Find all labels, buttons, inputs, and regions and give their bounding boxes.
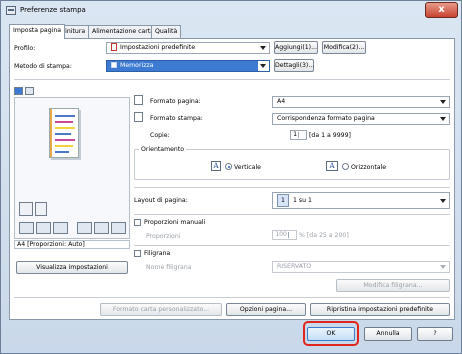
- page-layout-value: 1 su 1: [293, 197, 312, 204]
- chevron-down-icon: [260, 64, 266, 68]
- page-size-select[interactable]: A4: [272, 96, 450, 108]
- details-button[interactable]: Dettagli(3)...: [274, 59, 314, 72]
- watermark-name-select[interactable]: RISERVATO: [272, 261, 450, 273]
- profile-value: Impostazioni predefinite: [120, 44, 196, 51]
- divider: [134, 214, 450, 215]
- page-layout-select[interactable]: 1 1 su 1: [272, 192, 450, 209]
- copies-label: Copie:: [150, 132, 170, 139]
- edit-watermark-button[interactable]: Modifica filigrana...: [336, 279, 450, 292]
- watermark-name-label: Nome filigrana: [146, 264, 192, 271]
- divider: [14, 79, 450, 80]
- page-preview-image: [49, 108, 79, 158]
- tab-page-setup[interactable]: Imposta pagina: [9, 24, 66, 39]
- close-button[interactable]: x: [425, 2, 458, 18]
- portrait-icon: A: [211, 161, 221, 171]
- view-settings-button[interactable]: Visualizza impostazioni: [16, 261, 128, 274]
- help-button[interactable]: ?: [417, 327, 453, 341]
- divider: [134, 245, 450, 246]
- output-method-select[interactable]: Memorizza: [106, 60, 270, 72]
- landscape-label: Orizzontale: [351, 164, 387, 171]
- scaling-spinner[interactable]: 100: [272, 230, 297, 240]
- manual-scaling-checkbox[interactable]: [134, 219, 141, 226]
- landscape-option[interactable]: Orizzontale: [342, 163, 386, 171]
- tab-quality[interactable]: Qualità: [151, 25, 182, 38]
- cancel-button[interactable]: Annulla: [364, 327, 412, 341]
- scaling-label: Proporzioni: [146, 233, 181, 240]
- fold-icon: [111, 222, 126, 234]
- scaling-range: % [da 25 a 200]: [299, 232, 349, 239]
- output-method-label: Metodo di stampa:: [14, 63, 72, 70]
- landscape-radio[interactable]: [342, 163, 349, 170]
- orientation-group: Orientamento A Verticale A Orizzontale: [134, 146, 450, 180]
- watermark-label: Filigrana: [144, 250, 171, 257]
- copies-range: [da 1 a 9999]: [309, 132, 351, 139]
- printer-view-icon[interactable]: [25, 87, 34, 95]
- tab-paper-source[interactable]: Alimentazione carta: [88, 25, 159, 38]
- profile-select[interactable]: Impostazioni predefinite: [106, 42, 270, 54]
- chevron-down-icon: [440, 100, 446, 104]
- watermark-checkbox[interactable]: [134, 250, 141, 257]
- divider: [14, 297, 450, 298]
- booklet-icon: [19, 222, 34, 234]
- output-size-select[interactable]: Corrispondenza formato pagina: [272, 113, 450, 125]
- page-layout-label: Layout di pagina:: [134, 197, 188, 204]
- copies-stack-icon: [19, 202, 33, 216]
- store-icon: [111, 62, 117, 68]
- page-size-value: A4: [277, 98, 286, 105]
- punch-icon: [94, 222, 109, 234]
- title-bar: Preferenze stampa x: [1, 1, 461, 21]
- watermark-name-value: RISERVATO: [277, 263, 312, 270]
- chevron-down-icon: [440, 117, 446, 121]
- profile-label: Profilo:: [14, 45, 36, 52]
- divider: [134, 187, 450, 188]
- page-setup-panel: Profilo: Impostazioni predefinite Aggiun…: [9, 38, 455, 320]
- landscape-icon: A: [326, 161, 338, 171]
- page-view-icon[interactable]: [14, 87, 23, 95]
- printer-icon: [6, 6, 16, 15]
- printing-preferences-window: Preferenze stampa x Imposta pagina Finit…: [0, 0, 462, 354]
- chevron-down-icon: [260, 46, 266, 50]
- copies-spinner[interactable]: 1: [290, 130, 307, 140]
- manual-scaling-label: Proporzioni manuali: [144, 219, 206, 226]
- output-method-value: Memorizza: [120, 62, 154, 69]
- ok-button[interactable]: OK: [307, 327, 355, 341]
- staple-icon: [77, 222, 92, 234]
- page-size-icon: [134, 95, 143, 105]
- portrait-option[interactable]: Verticale: [225, 163, 261, 171]
- restore-defaults-button[interactable]: Ripristina impostazioni predefinite: [310, 303, 450, 316]
- profile-icon: [111, 43, 117, 51]
- chevron-down-icon: [440, 199, 446, 203]
- output-size-value: Corrispondenza formato pagina: [277, 115, 375, 122]
- output-size-label: Formato stampa:: [150, 115, 203, 122]
- portrait-label: Verticale: [234, 164, 261, 171]
- page-stack-icon: [35, 202, 47, 216]
- window-title: Preferenze stampa: [20, 6, 86, 14]
- layout-number: 1: [277, 194, 289, 207]
- chevron-down-icon: [440, 265, 446, 269]
- modify-profile-button[interactable]: Modifica(2)...: [322, 41, 366, 54]
- orientation-label: Orientamento: [139, 146, 187, 153]
- output-size-icon: [134, 112, 143, 122]
- page-options-button[interactable]: Opzioni pagina...: [226, 303, 306, 316]
- page-size-label: Formato pagina:: [150, 98, 201, 105]
- portrait-radio[interactable]: [225, 163, 232, 170]
- preview-caption: A4 [Proporzioni: Auto]: [14, 240, 130, 249]
- preview-area: [14, 97, 130, 239]
- custom-paper-size-button[interactable]: Formato carta personalizzato...: [100, 303, 222, 316]
- duplex-icon: [53, 222, 68, 234]
- layout-icon: [36, 222, 51, 234]
- add-profile-button[interactable]: Aggiungi(1)...: [274, 41, 318, 54]
